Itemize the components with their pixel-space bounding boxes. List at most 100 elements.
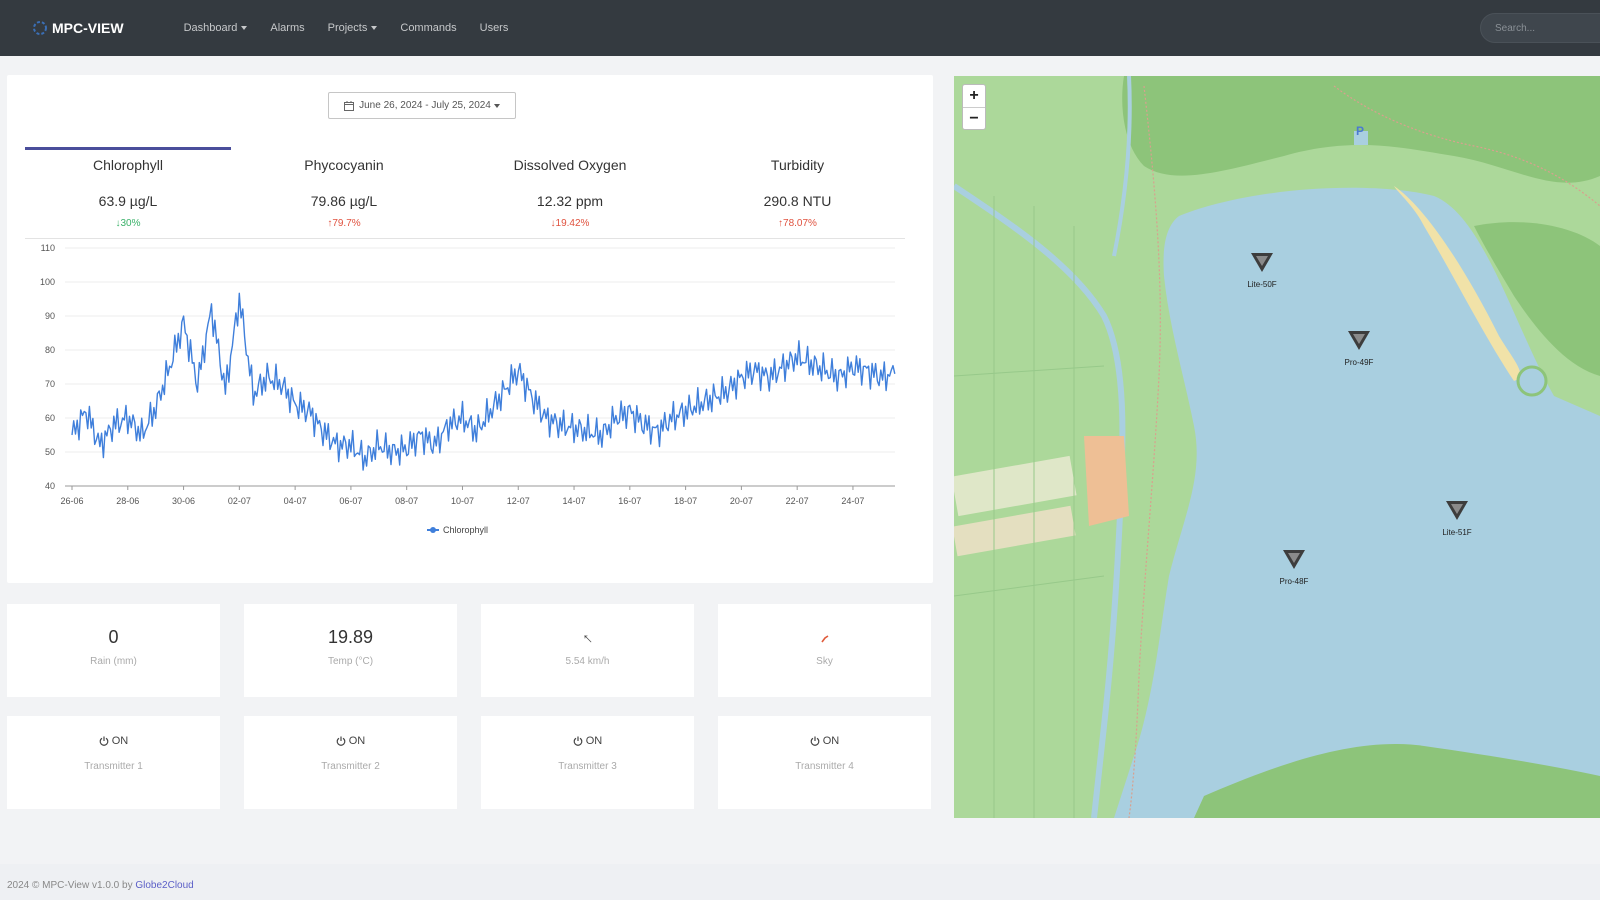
wind-value-wrap: ↑ xyxy=(481,627,694,649)
buoy-marker-icon xyxy=(1348,331,1370,350)
wind-card: ↑ 5.54 km/h xyxy=(481,604,694,697)
x-tick-label: 06-07 xyxy=(339,496,362,506)
transmitter-2-card[interactable]: ON Transmitter 2 xyxy=(244,716,457,809)
brand-name: MPC-VIEW xyxy=(52,20,124,36)
transmitter-4-card[interactable]: ON Transmitter 4 xyxy=(718,716,931,809)
brand-logo-icon xyxy=(33,21,47,35)
legend-marker xyxy=(430,527,436,533)
buoy-marker-icon xyxy=(1446,501,1468,520)
sky-label: Sky xyxy=(816,656,833,667)
nav-commands[interactable]: Commands xyxy=(400,22,456,34)
x-tick-label: 04-07 xyxy=(284,496,307,506)
map-tiles xyxy=(954,76,1600,818)
y-tick-label: 110 xyxy=(41,243,55,253)
chevron-down-icon xyxy=(241,26,248,30)
nav-alarms[interactable]: Alarms xyxy=(270,22,304,34)
nav-dashboard-label: Dashboard xyxy=(183,22,238,34)
marker-label: Pro-48F xyxy=(1279,577,1309,586)
x-tick-label: 18-07 xyxy=(674,496,697,506)
temp-value: 19.89 xyxy=(327,627,374,647)
main-nav: Dashboard Alarms Projects Commands Users xyxy=(184,22,532,34)
nav-projects-label: Projects xyxy=(327,22,368,34)
x-tick-label: 20-07 xyxy=(730,496,753,506)
nav-dashboard[interactable]: Dashboard xyxy=(184,22,248,34)
rain-card: 0 Rain (mm) xyxy=(7,604,220,697)
x-tick-label: 10-07 xyxy=(451,496,474,506)
sky-value-wrap xyxy=(718,627,931,649)
lake-map[interactable]: P + − Lite-50F Pro-49F Lite-51F Pro-48F xyxy=(954,76,1600,818)
temp-card: 19.89 Temp (°C) xyxy=(244,604,457,697)
search-input[interactable] xyxy=(1480,13,1600,43)
transmitter-status: ON xyxy=(7,735,220,747)
nav-alarms-label: Alarms xyxy=(270,22,305,34)
transmitter-label: Transmitter 2 xyxy=(321,761,380,772)
buoy-marker-icon xyxy=(1251,253,1273,272)
chevron-down-icon xyxy=(371,26,378,30)
map-zoom-control: + − xyxy=(962,84,986,130)
nav-users-label: Users xyxy=(479,22,509,34)
marker-label: Lite-51F xyxy=(1442,528,1472,537)
rain-value: 0 xyxy=(108,627,119,647)
transmitter-status-text: ON xyxy=(111,735,129,747)
y-tick-label: 80 xyxy=(45,345,55,355)
transmitter-status: ON xyxy=(244,735,457,747)
y-tick-label: 60 xyxy=(45,413,55,423)
zoom-in-button[interactable]: + xyxy=(963,85,985,107)
sky-icon xyxy=(820,635,828,643)
x-tick-label: 24-07 xyxy=(841,496,864,506)
x-tick-label: 12-07 xyxy=(507,496,530,506)
marker-label: Pro-49F xyxy=(1344,358,1374,367)
wind-speed-label: 5.54 km/h xyxy=(565,656,610,667)
transmitter-3-card[interactable]: ON Transmitter 3 xyxy=(481,716,694,809)
x-tick-label: 02-07 xyxy=(228,496,251,506)
nav-users[interactable]: Users xyxy=(480,22,509,34)
temp-label: Temp (°C) xyxy=(327,656,374,667)
transmitter-status-text: ON xyxy=(585,735,603,747)
chlorophyll-series-line xyxy=(71,292,896,471)
chlorophyll-line-chart: 40 50 60 70 80 90 100 110 26-06 28-06 30-06 02-07 04… xyxy=(40,243,896,535)
map-marker-lite-51f[interactable]: Lite-51F xyxy=(1432,496,1482,537)
power-icon xyxy=(336,736,346,746)
footer-link[interactable]: Globe2Cloud xyxy=(135,880,193,891)
marker-label: Lite-50F xyxy=(1247,280,1277,289)
power-icon xyxy=(573,736,583,746)
y-tick-label: 40 xyxy=(45,481,55,491)
x-tick-label: 16-07 xyxy=(618,496,641,506)
x-tick-label: 22-07 xyxy=(786,496,809,506)
rain-label: Rain (mm) xyxy=(90,656,137,667)
transmitter-status: ON xyxy=(481,735,694,747)
zoom-out-button[interactable]: − xyxy=(963,107,985,129)
transmitter-1-card[interactable]: ON Transmitter 1 xyxy=(7,716,220,809)
nav-commands-label: Commands xyxy=(400,22,457,34)
buoy-marker-icon xyxy=(1283,550,1305,569)
transmitter-status-text: ON xyxy=(348,735,366,747)
nav-projects[interactable]: Projects xyxy=(328,22,378,34)
legend-label: Chlorophyll xyxy=(443,525,488,535)
map-marker-pro-49f[interactable]: Pro-49F xyxy=(1334,326,1384,367)
x-tick-label: 14-07 xyxy=(563,496,586,506)
x-tick-label: 26-06 xyxy=(60,496,83,506)
metrics-chart-panel: June 26, 2024 - July 25, 2024 Chlorophyl… xyxy=(7,75,933,583)
y-tick-label: 100 xyxy=(40,277,55,287)
transmitter-label: Transmitter 1 xyxy=(84,761,143,772)
y-tick-label: 70 xyxy=(45,379,55,389)
transmitter-status-text: ON xyxy=(822,735,840,747)
sky-card: Sky xyxy=(718,604,931,697)
transmitter-label: Transmitter 3 xyxy=(558,761,617,772)
footer-text: 2024 © MPC-View v1.0.0 by xyxy=(7,880,136,891)
y-tick-label: 90 xyxy=(45,311,55,321)
transmitter-label: Transmitter 4 xyxy=(795,761,854,772)
transmitter-status: ON xyxy=(718,735,931,747)
map-marker-lite-50f[interactable]: Lite-50F xyxy=(1237,248,1287,289)
map-marker-pro-48f[interactable]: Pro-48F xyxy=(1269,545,1319,586)
y-tick-label: 50 xyxy=(45,447,55,457)
x-tick-label: 28-06 xyxy=(116,496,139,506)
wind-arrow-icon: ↑ xyxy=(578,629,596,648)
power-icon xyxy=(810,736,820,746)
top-navbar: MPC-VIEW Dashboard Alarms Projects Comma… xyxy=(0,0,1600,56)
x-tick-label: 30-06 xyxy=(172,496,195,506)
footer: 2024 © MPC-View v1.0.0 by Globe2Cloud xyxy=(0,864,1600,900)
x-tick-label: 08-07 xyxy=(395,496,418,506)
brand[interactable]: MPC-VIEW xyxy=(32,20,124,36)
power-icon xyxy=(99,736,109,746)
